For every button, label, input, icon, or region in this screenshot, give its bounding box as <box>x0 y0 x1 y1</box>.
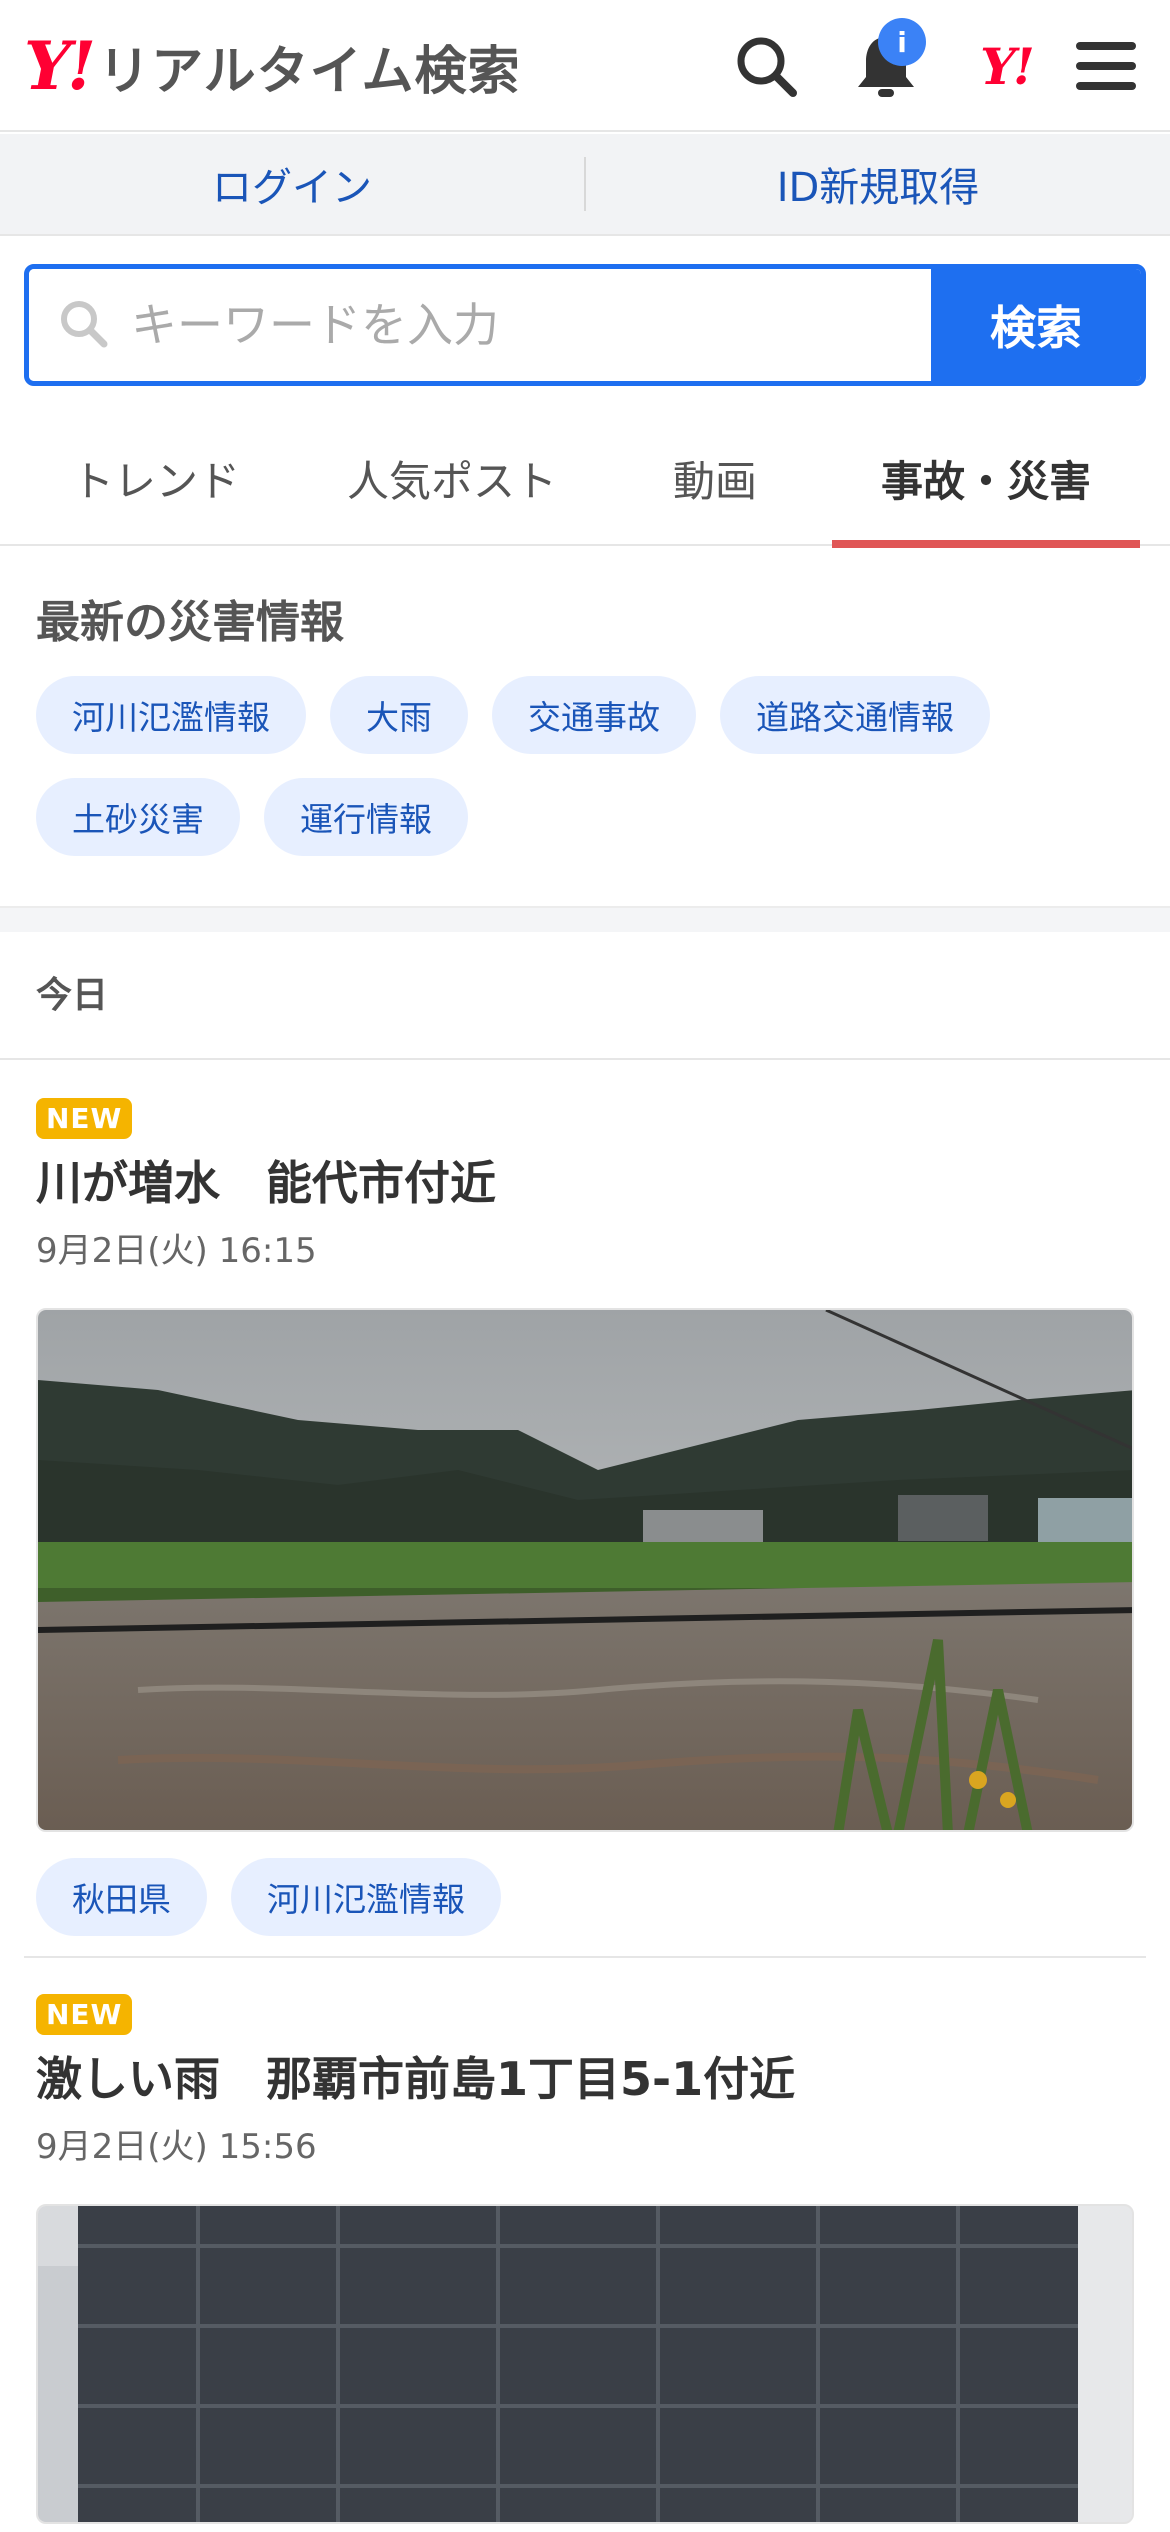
chip-heavy-rain[interactable]: 大雨 <box>330 676 468 754</box>
chip-road-traffic[interactable]: 道路交通情報 <box>720 676 990 754</box>
post-image-heavy-rain-building[interactable] <box>36 2204 1134 2524</box>
divider <box>24 1956 1146 1958</box>
chip-landslide[interactable]: 土砂災害 <box>36 778 240 856</box>
tab-popular-posts[interactable]: 人気ポスト <box>288 410 616 546</box>
post-timestamp: 9月2日(火) 16:15 <box>36 1231 317 1271</box>
disaster-chip-list: 河川氾濫情報 大雨 交通事故 道路交通情報 土砂災害 運行情報 <box>36 676 1146 856</box>
divider <box>0 1058 1170 1060</box>
post-timestamp: 9月2日(火) 15:56 <box>36 2127 317 2167</box>
tab-video[interactable]: 動画 <box>616 410 814 546</box>
new-badge: NEW <box>36 1098 133 1139</box>
post-title[interactable]: 川が増水 能代市付近 <box>36 1147 1146 1213</box>
search-button[interactable]: 検索 <box>931 269 1141 381</box>
search-input[interactable] <box>131 298 831 352</box>
menu-icon[interactable] <box>1068 28 1144 104</box>
tab-accident-disaster[interactable]: 事故・災害 <box>832 410 1140 548</box>
day-label: 今日 <box>36 975 109 1016</box>
chip-traffic-accident[interactable]: 交通事故 <box>492 676 696 754</box>
app-header: Y! リアルタイム検索 i Y! <box>0 0 1170 132</box>
post-card[interactable]: NEW 激しい雨 那覇市前島1丁目5-1付近 9月2日(火) 15:56 <box>36 1994 1146 2524</box>
chip-river-flood[interactable]: 河川氾濫情報 <box>36 676 306 754</box>
site-logo[interactable]: Y! リアルタイム検索 <box>24 30 521 102</box>
tag-river-flood[interactable]: 河川氾濫情報 <box>231 1858 501 1936</box>
post-card[interactable]: NEW 川が増水 能代市付近 9月2日(火) 16:15 秋田県 河川氾濫情報 <box>36 1098 1146 1936</box>
login-link[interactable]: ログイン <box>0 134 584 234</box>
disaster-section-title: 最新の災害情報 <box>36 597 344 648</box>
notification-badge: i <box>878 18 926 66</box>
post-image-flooded-river[interactable] <box>36 1308 1134 1832</box>
notification-bell-icon[interactable]: i <box>848 18 926 104</box>
new-badge: NEW <box>36 1994 133 2035</box>
yahoo-home-icon[interactable]: Y! <box>968 28 1044 104</box>
post-title[interactable]: 激しい雨 那覇市前島1丁目5-1付近 <box>36 2043 1146 2109</box>
post-tag-list: 秋田県 河川氾濫情報 <box>36 1858 1146 1936</box>
search-input-icon <box>57 297 109 353</box>
search-icon[interactable] <box>728 28 804 104</box>
yahoo-logo-mark: Y! <box>24 27 96 105</box>
account-bar: ログイン ID新規取得 <box>0 134 1170 236</box>
tab-trend[interactable]: トレンド <box>24 410 288 546</box>
site-title: リアルタイム検索 <box>98 41 521 102</box>
chip-service-info[interactable]: 運行情報 <box>264 778 468 856</box>
search-field[interactable] <box>29 269 931 381</box>
search-bar: 検索 <box>24 264 1146 386</box>
category-tabs: トレンド 人気ポスト 動画 事故・災害 <box>0 410 1170 548</box>
section-divider <box>0 906 1170 932</box>
signup-link[interactable]: ID新規取得 <box>586 134 1170 234</box>
tag-akita[interactable]: 秋田県 <box>36 1858 207 1936</box>
